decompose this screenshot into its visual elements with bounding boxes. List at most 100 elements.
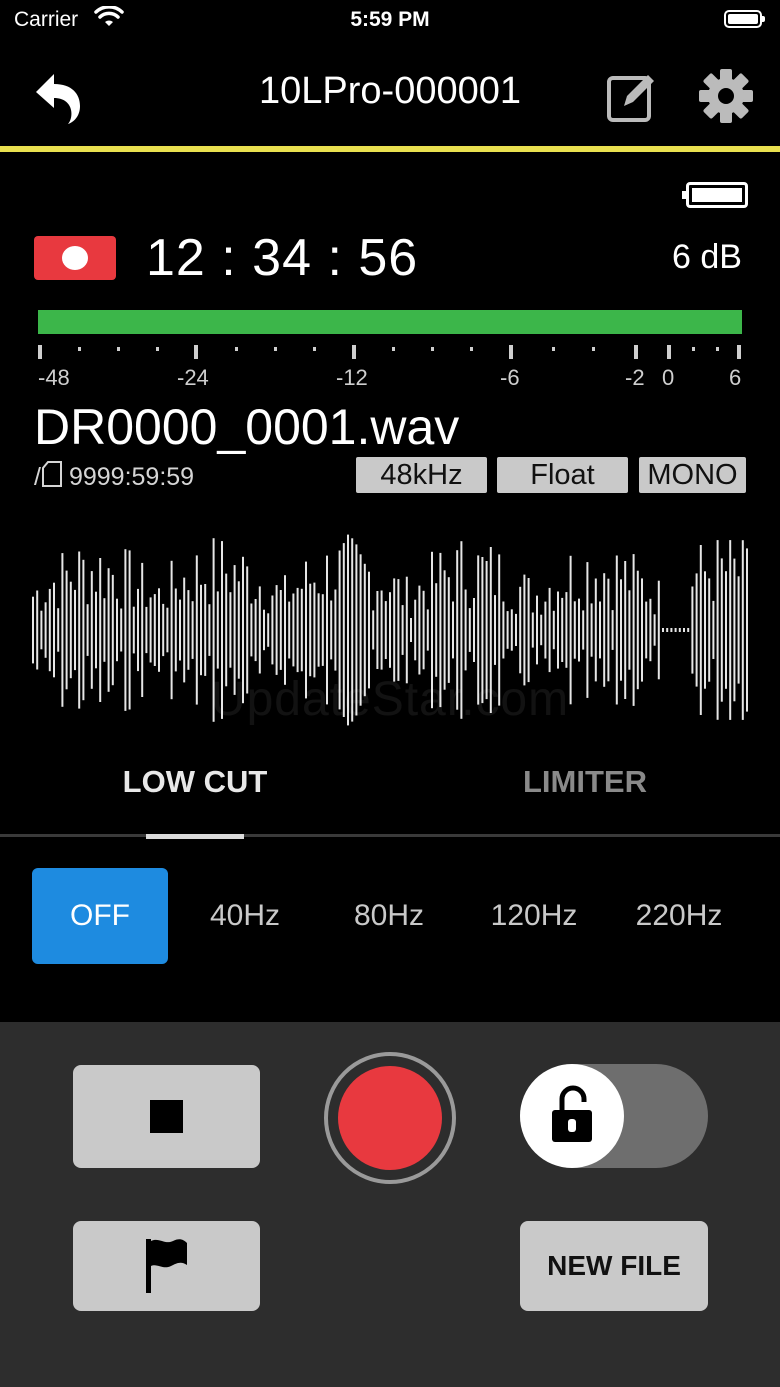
record-button[interactable] [324, 1052, 456, 1184]
waveform-line [216, 591, 219, 669]
waveform-line [594, 578, 597, 682]
meter-tick-label: -24 [177, 365, 209, 390]
waveform-line [674, 628, 677, 632]
waveform-line [536, 595, 538, 665]
waveform-line [116, 598, 118, 662]
waveform-line [267, 613, 270, 647]
phone-battery-icon [724, 10, 765, 28]
waveform-line [32, 596, 34, 664]
waveform-line [468, 608, 471, 652]
edit-icon[interactable] [606, 68, 658, 129]
waveform-line [662, 628, 664, 632]
waveform-line [317, 593, 320, 667]
waveform-line [473, 598, 475, 662]
waveform-line [464, 589, 467, 671]
lowcut-option-120hz[interactable]: 120Hz [464, 868, 604, 964]
waveform-line [334, 589, 337, 671]
waveform-line [687, 628, 690, 632]
sd-card-icon [41, 460, 63, 495]
remaining-time-row: / 9999:59:59 [34, 460, 194, 495]
waveform-line [86, 604, 89, 656]
lowcut-option-40hz[interactable]: 40Hz [176, 868, 314, 964]
meter-tick-label: 6 [729, 365, 742, 390]
waveform-line [573, 601, 576, 659]
waveform-line [74, 589, 76, 671]
recorder-battery-icon [682, 182, 748, 208]
waveform-line [368, 571, 370, 689]
waveform-line [191, 601, 194, 659]
waveform-line [263, 609, 265, 651]
waveform-line [557, 591, 559, 669]
bit-depth-badge: Float [497, 457, 628, 493]
stop-icon [150, 1100, 183, 1133]
level-meter-scale [38, 345, 741, 359]
waveform-line [603, 573, 606, 687]
waveform-line [330, 600, 333, 660]
waveform-line [288, 601, 291, 659]
waveform-line [620, 579, 622, 681]
lowcut-option-80hz[interactable]: 80Hz [320, 868, 458, 964]
waveform-line [426, 609, 429, 651]
waveform-line [607, 578, 610, 682]
waveform-line [204, 584, 207, 676]
lowcut-option-off[interactable]: OFF [32, 868, 168, 964]
waveform-line [414, 599, 417, 661]
gear-icon[interactable] [697, 67, 755, 130]
waveform-line [120, 608, 123, 652]
waveform-line [515, 613, 517, 646]
waveform-line [531, 612, 534, 648]
waveform-line [670, 628, 673, 632]
waveform-line [229, 592, 232, 668]
lock-knob [520, 1064, 624, 1168]
waveform-line [275, 585, 278, 675]
waveform-line [179, 599, 181, 661]
new-file-button[interactable]: NEW FILE [520, 1221, 708, 1311]
waveform-line [57, 608, 60, 652]
waveform-line [527, 578, 530, 683]
waveform-line [208, 604, 211, 656]
sd-prefix: / [34, 463, 41, 491]
recording-timer: 12 : 34 : 56 [146, 229, 419, 287]
waveform-line [393, 578, 396, 682]
meter-tick-label: -2 [625, 365, 645, 390]
waveform-line [645, 601, 648, 659]
waveform-line [153, 594, 156, 666]
waveform-line [653, 614, 656, 646]
lowcut-option-220hz[interactable]: 220Hz [610, 868, 748, 964]
waveform-line [666, 628, 669, 632]
waveform-line [435, 583, 438, 677]
waveform-line [401, 605, 404, 655]
waveform-line [48, 588, 51, 672]
waveform-line [384, 601, 387, 659]
waveform-line [309, 583, 312, 677]
waveform-line [494, 595, 496, 665]
file-name: DR0000_0001.wav [34, 399, 460, 455]
waveform-line [300, 588, 303, 672]
tab-selection-indicator [146, 834, 244, 839]
waveform-line [628, 590, 631, 670]
waveform-line [258, 586, 261, 674]
waveform-line [40, 610, 43, 650]
waveform-line [590, 603, 593, 657]
waveform-line [422, 590, 425, 670]
waveform-line [683, 628, 685, 632]
flag-icon [146, 1239, 187, 1293]
waveform-line [578, 598, 580, 662]
waveform-line [174, 588, 177, 672]
device-title: 10LPro-000001 [259, 70, 521, 112]
level-db: 6 dB [672, 238, 742, 276]
tab-low-cut[interactable]: LOW CUT [0, 764, 390, 800]
level-meter-labels: -48 -24 -12 -6 -2 0 6 [0, 365, 780, 395]
lock-toggle[interactable] [520, 1064, 708, 1168]
tab-limiter[interactable]: LIMITER [390, 764, 780, 800]
waveform-line [200, 584, 202, 676]
waveform-line [410, 618, 412, 642]
mark-button[interactable] [73, 1221, 260, 1311]
waveform-line [389, 592, 391, 668]
stop-button[interactable] [73, 1065, 260, 1168]
waveform-line [540, 614, 543, 646]
waveform-line [149, 597, 152, 663]
meter-tick-label: -6 [500, 365, 520, 390]
channel-badge: MONO [639, 457, 746, 493]
waveform-line [582, 610, 585, 650]
